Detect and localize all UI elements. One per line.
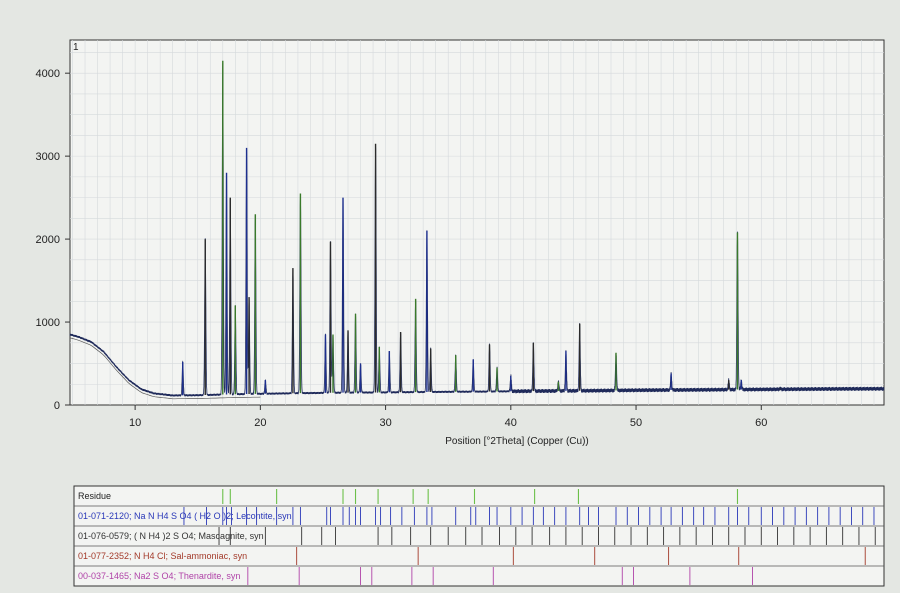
y-tick-label: 0 xyxy=(54,400,60,412)
x-tick-label: 60 xyxy=(755,417,767,429)
x-tick-label: 30 xyxy=(379,417,391,429)
x-tick-label: 20 xyxy=(254,417,266,429)
residue-label: Residue xyxy=(78,491,111,501)
y-tick-label: 1000 xyxy=(36,317,60,329)
y-tick-label: 2000 xyxy=(36,234,60,246)
reference-label: 01-076-0579; ( N H4 )2 S O4; Mascagnite,… xyxy=(78,531,264,541)
scan-label: 1 xyxy=(73,42,79,53)
reference-label: 00-037-1465; Na2 S O4; Thenardite, syn xyxy=(78,571,240,581)
x-tick-label: 10 xyxy=(129,417,141,429)
plot-area: 10 20 30 40 50 60 0 1000 2000 3000 4000 Position [°… xyxy=(36,39,885,447)
reference-pattern-panel: Residue 01-071-2120; Na N H4 S O4 ( H2 O … xyxy=(73,485,885,587)
reference-label: 01-077-2352; N H4 Cl; Sal-ammoniac, syn xyxy=(78,551,247,561)
y-tick-label: 4000 xyxy=(36,68,60,80)
x-tick-label: 50 xyxy=(630,417,642,429)
reference-label: 01-071-2120; Na N H4 S O4 ( H2 O )2; Lec… xyxy=(78,511,292,521)
plot-frame xyxy=(69,39,885,406)
y-tick-label: 3000 xyxy=(36,151,60,163)
xrd-chart: 10 20 30 40 50 60 0 1000 2000 3000 4000 Position [°… xyxy=(36,39,885,587)
x-axis-title: Position [°2Theta] (Copper (Cu)) xyxy=(445,436,589,447)
x-tick-label: 40 xyxy=(505,417,517,429)
